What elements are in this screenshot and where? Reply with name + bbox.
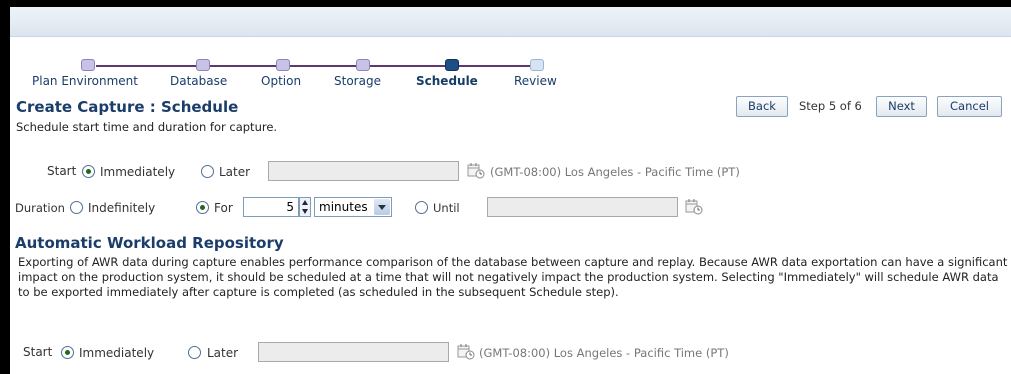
duration-for-radio[interactable]: [196, 201, 209, 214]
train-step-schedule: Schedule: [416, 74, 478, 88]
awr-start-timezone: (GMT-08:00) Los Angeles - Pacific Time (…: [479, 346, 729, 360]
duration-label: Duration: [15, 201, 65, 215]
start-later-radio[interactable]: [201, 165, 214, 178]
next-button[interactable]: Next: [876, 96, 927, 117]
awr-start-later-label[interactable]: Later: [207, 346, 238, 360]
duration-unit-value: minutes: [319, 200, 368, 214]
train-step-database-dot[interactable]: [196, 59, 210, 71]
awr-start-immediately-label[interactable]: Immediately: [79, 346, 154, 360]
start-immediately-radio[interactable]: [82, 165, 95, 178]
duration-until-label[interactable]: Until: [433, 201, 460, 215]
calendar-icon[interactable]: [685, 199, 703, 215]
cancel-button[interactable]: Cancel: [937, 96, 1002, 117]
train-step-schedule-dot: [445, 59, 459, 71]
awr-start-later-datetime-input[interactable]: [258, 342, 449, 362]
duration-for-label[interactable]: For: [214, 201, 233, 215]
duration-indefinitely-radio[interactable]: [70, 201, 83, 214]
duration-for-input[interactable]: 5: [243, 197, 299, 217]
duration-until-radio[interactable]: [415, 201, 428, 214]
calendar-icon[interactable]: [457, 344, 475, 360]
step-indicator: Step 5 of 6: [799, 99, 862, 113]
awr-start-label: Start: [23, 345, 53, 359]
page-title: Create Capture : Schedule: [16, 98, 239, 116]
duration-indefinitely-label[interactable]: Indefinitely: [88, 201, 155, 215]
page-frame: Plan Environment Database Option Storage…: [10, 7, 1011, 374]
train-connector: [96, 65, 544, 67]
start-later-datetime-input[interactable]: [268, 161, 459, 181]
train-step-storage-dot[interactable]: [356, 59, 370, 71]
train-step-review: Review: [514, 74, 557, 88]
calendar-icon[interactable]: [467, 163, 485, 179]
train-step-option[interactable]: Option: [261, 74, 301, 88]
back-button[interactable]: Back: [736, 96, 788, 117]
chevron-down-icon[interactable]: [374, 199, 390, 215]
awr-description: Exporting of AWR data during capture ena…: [18, 255, 1008, 299]
train-step-option-dot[interactable]: [276, 59, 290, 71]
start-timezone: (GMT-08:00) Los Angeles - Pacific Time (…: [490, 165, 740, 179]
train-step-database[interactable]: Database: [170, 74, 227, 88]
train-step-plan-environment[interactable]: Plan Environment: [32, 74, 138, 88]
top-bar: [10, 7, 1011, 37]
awr-start-later-radio[interactable]: [188, 346, 201, 359]
page-description: Schedule start time and duration for cap…: [16, 120, 278, 134]
awr-section-title: Automatic Workload Repository: [15, 234, 284, 252]
start-immediately-label[interactable]: Immediately: [100, 165, 175, 179]
duration-stepper[interactable]: [299, 197, 311, 217]
start-label: Start: [47, 164, 77, 178]
awr-start-immediately-radio[interactable]: [61, 346, 74, 359]
train-step-review-dot: [530, 59, 544, 71]
duration-until-datetime-input[interactable]: [487, 197, 678, 217]
train-step-storage[interactable]: Storage: [334, 74, 381, 88]
train-step-plan-environment-dot[interactable]: [81, 59, 95, 71]
start-later-label[interactable]: Later: [219, 165, 250, 179]
duration-unit-select[interactable]: minutes: [314, 197, 392, 217]
